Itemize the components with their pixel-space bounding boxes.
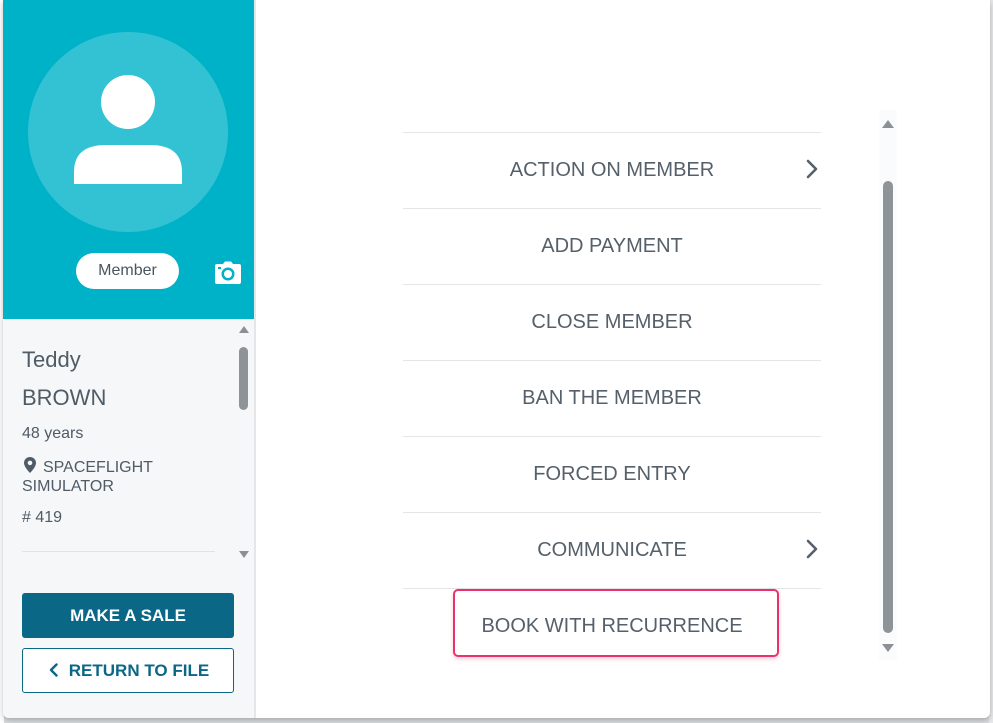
- sidebar-scroll-down-icon[interactable]: [239, 551, 249, 558]
- camera-icon[interactable]: [214, 261, 242, 285]
- member-last-name: BROWN: [22, 385, 107, 410]
- avatar: [28, 32, 228, 232]
- chevron-right-icon: [806, 159, 818, 179]
- action-menu: ACTION ON MEMBER ADD PAYMENT CLOSE MEMBE…: [403, 132, 821, 664]
- menu-scroll-up-icon[interactable]: [882, 120, 894, 128]
- member-first-name: Teddy: [22, 347, 81, 372]
- action-label: ACTION ON MEMBER: [509, 159, 715, 181]
- action-on-member-item[interactable]: ACTION ON MEMBER: [403, 132, 821, 208]
- action-label: FORCED ENTRY: [533, 463, 691, 485]
- action-label: COMMUNICATE: [537, 539, 687, 561]
- member-info: Teddy BROWN 48 years SPACEFLIGHT SIMULAT…: [3, 319, 239, 569]
- profile-header: Member: [3, 0, 254, 319]
- menu-scrollbar-thumb[interactable]: [883, 181, 893, 633]
- action-label: ADD PAYMENT: [541, 235, 683, 257]
- book-with-recurrence-item[interactable]: BOOK WITH RECURRENCE: [403, 588, 821, 664]
- sidebar-scrollbar-thumb[interactable]: [239, 347, 248, 410]
- make-sale-button[interactable]: MAKE A SALE: [22, 593, 234, 638]
- member-age: 48 years: [22, 425, 84, 442]
- chevron-left-icon: [49, 663, 58, 677]
- member-number: # 419: [22, 509, 63, 526]
- return-to-file-button[interactable]: RETURN TO FILE: [22, 648, 234, 693]
- menu-scroll-down-icon[interactable]: [882, 644, 894, 652]
- member-modal: Member Teddy BROWN 48 years SPACEFLIGHT …: [3, 0, 990, 718]
- sidebar-scroll-up-icon[interactable]: [239, 326, 249, 333]
- return-to-file-label: RETURN TO FILE: [68, 661, 210, 680]
- close-member-item[interactable]: CLOSE MEMBER: [403, 284, 821, 360]
- add-payment-item[interactable]: ADD PAYMENT: [403, 208, 821, 284]
- action-label: BAN THE MEMBER: [522, 387, 702, 409]
- action-label: BOOK WITH RECURRENCE: [481, 615, 743, 637]
- forced-entry-item[interactable]: FORCED ENTRY: [403, 436, 821, 512]
- divider: [22, 551, 215, 552]
- user-icon: [74, 75, 182, 184]
- chevron-right-icon: [806, 539, 818, 559]
- member-status-badge: Member: [76, 253, 179, 289]
- ban-member-item[interactable]: BAN THE MEMBER: [403, 360, 821, 436]
- action-label: CLOSE MEMBER: [531, 311, 693, 333]
- member-sidebar: Member Teddy BROWN 48 years SPACEFLIGHT …: [3, 0, 256, 718]
- communicate-item[interactable]: COMMUNICATE: [403, 512, 821, 588]
- member-location: SPACEFLIGHT SIMULATOR: [22, 459, 153, 495]
